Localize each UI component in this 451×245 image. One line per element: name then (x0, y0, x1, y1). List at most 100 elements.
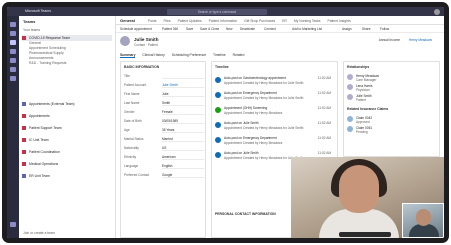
app-title: Microsoft Teams (25, 9, 52, 13)
assign-button[interactable]: Assign (342, 27, 352, 31)
record-tabs: Summary Clinical History Scheduling Pref… (120, 53, 250, 58)
contact-avatar (347, 74, 353, 80)
field-title: Title (124, 74, 204, 79)
tab-patient-information[interactable]: Patient Information (209, 19, 237, 23)
team-color-icon (22, 126, 26, 131)
team-color-icon (22, 114, 26, 119)
tab-nursing-tasks[interactable]: My Nursing Tasks (294, 19, 321, 23)
search-input[interactable]: Search or type a command (167, 8, 267, 15)
join-team-link[interactable]: Join or create a team (23, 231, 55, 235)
calendar-icon[interactable] (10, 49, 16, 54)
tab-patient-updates[interactable]: Patient Updates (178, 19, 202, 23)
contact-row[interactable]: Lena Harris Physician (347, 84, 419, 92)
channel-item[interactable]: R&D - Training Requests (29, 61, 109, 66)
team-item[interactable]: Medical Operations (22, 161, 112, 167)
field-language: Language English (124, 164, 204, 169)
activity-icon (215, 137, 221, 143)
card-title: Related Insurance Claims (347, 107, 389, 111)
channel-header: General Posts Files Patient Updates Pati… (116, 16, 444, 25)
tab-timeline[interactable]: Timeline (213, 53, 226, 57)
team-item[interactable]: Appointments (22, 113, 112, 119)
activity-icon (215, 107, 221, 113)
teams-window: Microsoft Teams Search or type a command… (7, 7, 444, 238)
team-color-icon (22, 102, 26, 107)
card-title: BASIC INFORMATION (124, 65, 160, 69)
schedule-appointment-button[interactable]: Schedule appointment (120, 27, 152, 31)
section-label: Your teams (23, 28, 41, 32)
teams-icon[interactable] (10, 40, 16, 45)
timeline-item[interactable]: Appointment (OHH) Screening Appointment C… (215, 106, 333, 119)
contact-avatar (120, 36, 130, 46)
save-button[interactable]: Save (186, 27, 193, 31)
contact-name: Julie Smith (134, 37, 159, 42)
participant-face (416, 209, 431, 226)
relationships-card: Relationships Henry Meadows Care Manager … (343, 61, 440, 157)
tab-gift-shop[interactable]: Gift Shop Purchases (244, 19, 275, 23)
field-gender: Gender Female (124, 110, 204, 115)
tab-er[interactable]: ER (282, 19, 287, 23)
profile-avatar[interactable] (434, 8, 440, 15)
activity-icon[interactable] (10, 22, 16, 27)
video-call-self-view[interactable] (402, 203, 444, 238)
timeline-item[interactable]: Auto-post on Emergency Department Appoint… (215, 136, 333, 149)
tab-files[interactable]: Files (163, 19, 170, 23)
calls-icon[interactable] (10, 58, 16, 63)
field-age: Age 35 Years (124, 128, 204, 133)
connect-button[interactable]: Connect (264, 27, 276, 31)
section-heading: PERSONAL CONTACT INFORMATION (215, 212, 276, 216)
timeline-item[interactable]: Auto-post on Emergency Department Appoint… (215, 91, 333, 104)
team-item[interactable]: Patient Support Team (22, 125, 112, 131)
tab-related[interactable]: Related (233, 53, 245, 57)
timeline-item[interactable]: Auto-post on Gastroenterology appointmen… (215, 76, 333, 89)
contact-type: Contact · Patient (134, 43, 158, 47)
tab-scheduling-preference[interactable]: Scheduling Preference (172, 53, 206, 57)
owner-link[interactable]: Henry Meadows (409, 38, 432, 42)
tab-clinical-history[interactable]: Clinical History (142, 53, 164, 57)
teams-pane: Teams Your teams COVID-19 Response Team … (19, 16, 116, 238)
team-color-icon (22, 150, 26, 155)
card-title: Relationships (347, 65, 370, 69)
basic-information-card: BASIC INFORMATION Title Patient Account J… (120, 61, 206, 238)
claim-row[interactable]: Claim 0042 Approved (347, 116, 419, 124)
tab-patient-insights[interactable]: Patient Insights (327, 19, 350, 23)
activity-icon (215, 92, 221, 98)
field-date-of-birth: Date of Birth 03/05/1985 (124, 119, 204, 124)
contact-row[interactable]: Henry Meadows Care Manager (347, 74, 419, 82)
follow-button[interactable]: Follow (380, 27, 389, 31)
team-item[interactable]: ER Unit Team (22, 173, 112, 179)
activity-icon (215, 77, 221, 83)
tab-posts[interactable]: Posts (148, 19, 156, 23)
team-color-icon (22, 162, 26, 167)
device-frame: Microsoft Teams Search or type a command… (0, 0, 451, 245)
patient-360-button[interactable]: Patient 360 (162, 27, 178, 31)
more-apps-icon[interactable] (10, 76, 16, 81)
save-close-button[interactable]: Save & Close (200, 27, 219, 31)
chat-icon[interactable] (10, 31, 16, 36)
activity-icon (215, 122, 221, 128)
files-icon[interactable] (10, 67, 16, 72)
contact-avatar (347, 94, 353, 100)
team-item[interactable]: Appointments (External Team) (22, 101, 112, 107)
new-button[interactable]: New (226, 27, 232, 31)
contact-row[interactable]: Julie Smith Patient (347, 94, 419, 102)
deactivate-button[interactable]: Deactivate (240, 27, 255, 31)
help-icon[interactable] (10, 222, 16, 227)
claim-row[interactable]: Claim 0051 Pending (347, 126, 419, 134)
team-color-icon (22, 138, 26, 143)
team-item[interactable]: Patient Coordination (22, 149, 112, 155)
activity-icon (215, 152, 221, 158)
timeline-item[interactable]: Auto-post on Julie Smith Appointment Crea… (215, 121, 333, 134)
team-color-icon (22, 36, 26, 41)
field-last-name: Last Name Smith (124, 101, 204, 106)
card-title: Timeline (215, 65, 229, 69)
tab-summary[interactable]: Summary (120, 53, 136, 58)
team-color-icon (22, 174, 26, 179)
participant-face (339, 165, 379, 213)
field-preferred-contact: Preferred Contact Google (124, 173, 204, 178)
team-item[interactable]: IC Unit Team (22, 137, 112, 143)
participant-body (409, 224, 439, 237)
claim-icon (347, 116, 353, 122)
add-marketing-list-button[interactable]: Add to Marketing List (292, 27, 322, 31)
share-button[interactable]: Share (362, 27, 371, 31)
call-controls-bar[interactable] (339, 232, 391, 237)
